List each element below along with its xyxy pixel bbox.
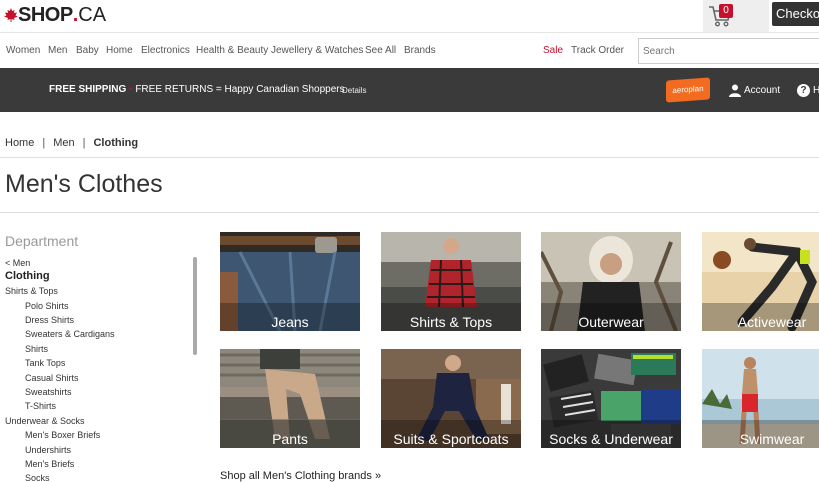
department-heading: Department xyxy=(5,233,79,249)
nav-track-order[interactable]: Track Order xyxy=(571,45,624,56)
checkout-button[interactable]: Checkout xyxy=(772,2,819,26)
tile-label: Swimwear xyxy=(739,431,805,447)
maple-leaf-icon xyxy=(4,8,18,22)
breadcrumb-current: Clothing xyxy=(93,137,139,149)
help-link[interactable]: ? H xyxy=(797,82,819,98)
category-tile-outerwear[interactable]: Outerwear xyxy=(541,232,681,331)
nav-brands[interactable]: Brands xyxy=(404,45,436,56)
sidebar-item-dress-shirts[interactable]: Dress Shirts xyxy=(25,315,74,325)
shipping-promo: FREE SHIPPING • FREE RETURNS = Happy Can… xyxy=(49,84,345,95)
tile-label: Pants xyxy=(272,431,308,447)
nav-electronics[interactable]: Electronics xyxy=(141,45,190,56)
category-tile-suits-sportcoats[interactable]: Suits & Sportcoats xyxy=(381,349,521,448)
top-header: SHOP.CA 0 Checkout xyxy=(0,0,819,32)
help-icon: ? xyxy=(797,83,810,97)
nav-women[interactable]: Women xyxy=(6,45,40,56)
category-tile-pants[interactable]: Pants xyxy=(220,349,360,448)
category-tile-activewear[interactable]: Activewear xyxy=(702,232,819,331)
cart-count-badge: 0 xyxy=(719,4,733,18)
sidebar-item-undershirts[interactable]: Undershirts xyxy=(25,445,71,455)
sidebar-item-casual-shirts[interactable]: Casual Shirts xyxy=(25,373,79,383)
aeroplan-badge[interactable]: aeroplan xyxy=(666,77,710,103)
nav-see-all[interactable]: See All xyxy=(365,45,396,56)
tile-label: Outerwear xyxy=(578,314,644,330)
sidebar-item-polo-shirts[interactable]: Polo Shirts xyxy=(25,301,69,311)
breadcrumb-men[interactable]: Men xyxy=(53,137,74,149)
nav-home[interactable]: Home xyxy=(106,45,133,56)
tile-label: Jeans xyxy=(271,314,309,330)
breadcrumb-separator: | xyxy=(42,137,46,149)
sidebar-item-sweatshirts[interactable]: Sweatshirts xyxy=(25,387,72,397)
promo-bullet: • xyxy=(129,84,133,95)
sidebar-group-underwear-socks[interactable]: Underwear & Socks xyxy=(5,416,85,426)
tile-label: Suits & Sportcoats xyxy=(393,431,509,447)
sidebar-item-sweaters-cardigans[interactable]: Sweaters & Cardigans xyxy=(25,329,115,339)
search-box xyxy=(638,38,819,64)
promo-band: FREE SHIPPING • FREE RETURNS = Happy Can… xyxy=(0,68,819,112)
category-tile-jeans[interactable]: Jeans xyxy=(220,232,360,331)
user-icon xyxy=(729,84,741,97)
sidebar-item-boxer-briefs[interactable]: Men's Boxer Briefs xyxy=(25,430,100,440)
cart-button[interactable]: 0 xyxy=(703,0,769,32)
sidebar-back-men[interactable]: < Men xyxy=(5,258,30,268)
nav-health-beauty[interactable]: Health & Beauty xyxy=(196,45,268,56)
free-shipping-text: FREE SHIPPING xyxy=(49,84,127,95)
nav-sale[interactable]: Sale xyxy=(543,45,563,56)
free-returns-text: FREE RETURNS xyxy=(135,84,214,95)
breadcrumb: Home | Men | Clothing xyxy=(5,137,138,149)
breadcrumb-separator: | xyxy=(82,137,86,149)
sidebar-item-shirts[interactable]: Shirts xyxy=(25,344,48,354)
tile-label: Activewear xyxy=(737,314,807,330)
sidebar-group-shirts-tops[interactable]: Shirts & Tops xyxy=(5,286,58,296)
sidebar-scrollbar[interactable] xyxy=(193,257,197,355)
help-label: H xyxy=(813,84,819,96)
nav-men[interactable]: Men xyxy=(48,45,67,56)
category-tile-shirts-tops[interactable]: Shirts & Tops xyxy=(381,232,521,331)
sidebar-item-t-shirts[interactable]: T-Shirts xyxy=(25,401,56,411)
promo-details-link[interactable]: Details xyxy=(342,86,366,95)
sidebar-item-tank-tops[interactable]: Tank Tops xyxy=(25,358,65,368)
shop-ca-logo[interactable]: SHOP. CA xyxy=(4,3,106,27)
category-tile-swimwear[interactable]: Swimwear xyxy=(702,349,819,448)
logo-shop-text: SHOP xyxy=(18,3,73,26)
department-sidebar: Department < Men Clothing Shirts & Tops … xyxy=(0,232,200,482)
shop-all-brands-link[interactable]: Shop all Men's Clothing brands » xyxy=(220,470,381,482)
account-label: Account xyxy=(744,84,781,96)
account-link[interactable]: Account xyxy=(729,82,780,98)
logo-ca-text: CA xyxy=(78,3,107,26)
divider xyxy=(0,212,819,213)
nav-baby[interactable]: Baby xyxy=(76,45,99,56)
divider xyxy=(0,157,819,158)
search-input[interactable] xyxy=(639,39,819,63)
tile-label: Shirts & Tops xyxy=(409,314,493,330)
tile-label: Socks & Underwear xyxy=(549,431,673,447)
breadcrumb-home[interactable]: Home xyxy=(5,137,34,149)
main-nav: Women Men Baby Home Electronics Health &… xyxy=(0,32,819,68)
sidebar-item-briefs[interactable]: Men's Briefs xyxy=(25,459,74,469)
promo-tagline: = Happy Canadian Shoppers xyxy=(215,84,345,95)
page-title: Men's Clothes xyxy=(5,170,163,198)
sidebar-current-clothing: Clothing xyxy=(5,270,50,282)
category-tile-socks-underwear[interactable]: Socks & Underwear xyxy=(541,349,681,448)
sidebar-item-socks[interactable]: Socks xyxy=(25,473,50,482)
nav-jewellery-watches[interactable]: Jewellery & Watches xyxy=(271,45,363,56)
